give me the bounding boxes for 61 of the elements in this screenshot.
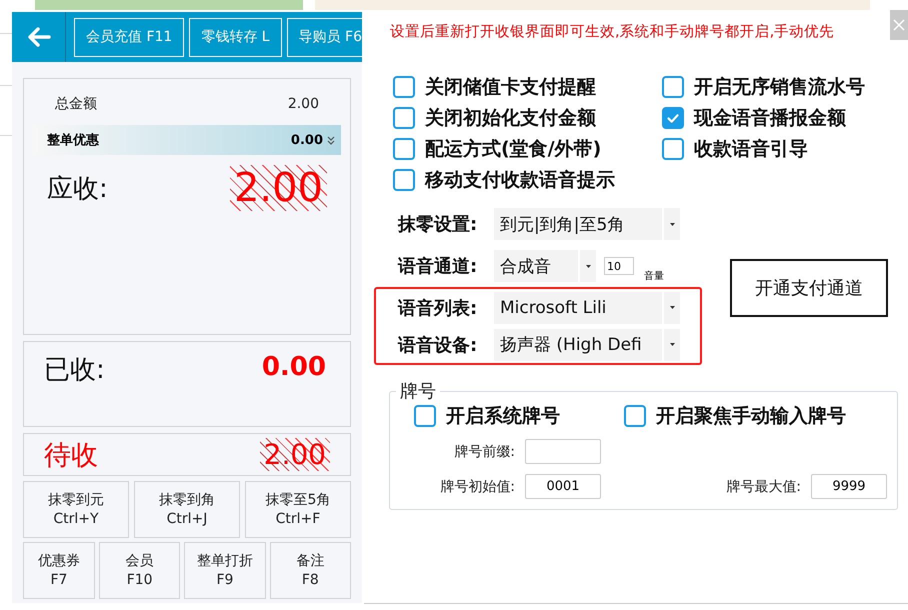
option-label: 现金语音播报金额 xyxy=(694,106,846,131)
due-label: 应收: xyxy=(47,172,108,206)
checkbox[interactable] xyxy=(393,169,415,191)
dropdown-caret-icon xyxy=(670,306,674,309)
setting-label: 语音列表: xyxy=(398,296,478,320)
checkbox[interactable] xyxy=(662,76,684,98)
checkbox[interactable] xyxy=(624,405,646,427)
notice-text: 设置后重新打开收银界面即可生效,系统和手动牌号都开启,手动优先 xyxy=(390,22,836,42)
function-button[interactable]: 会员 F10 xyxy=(98,542,180,599)
checkbox[interactable] xyxy=(393,107,415,129)
volume-label: 音量 xyxy=(644,270,664,283)
dropdown-caret-icon xyxy=(586,264,590,268)
field-label: 牌号初始值: xyxy=(439,478,515,496)
setting-label: 语音通道: xyxy=(398,255,478,278)
close-button[interactable] xyxy=(890,10,908,40)
start-value-field[interactable]: 0001 xyxy=(525,474,601,499)
received-amount: 0.00 xyxy=(262,352,326,382)
checkbox[interactable] xyxy=(662,107,684,129)
option-label: 收款语音引导 xyxy=(694,137,808,162)
discount-label: 整单优惠 xyxy=(47,132,99,149)
max-value-field[interactable]: 9999 xyxy=(811,474,887,499)
double-chevron-icon[interactable] xyxy=(327,136,335,144)
option-label: 关闭初始化支付金额 xyxy=(425,106,596,131)
checkbox[interactable] xyxy=(393,76,415,98)
dropdown[interactable]: 扬声器 (High Defi xyxy=(494,328,680,360)
pending-label: 待收 xyxy=(44,438,98,472)
open-payment-channel-button[interactable]: 开通支付通道 xyxy=(730,259,888,317)
function-button[interactable]: 整单打折 F9 xyxy=(184,542,266,599)
option-label: 关闭储值卡支付提醒 xyxy=(425,75,596,100)
rounding-button[interactable]: 抹零到角 Ctrl+J xyxy=(134,481,240,538)
dropdown-caret-icon xyxy=(670,222,674,226)
group-title: 牌号 xyxy=(399,380,437,403)
back-arrow-icon[interactable] xyxy=(26,27,50,47)
dropdown[interactable]: 合成音 xyxy=(494,250,596,282)
dropdown[interactable]: 到元|到角|至5角 xyxy=(494,208,680,240)
setting-label: 语音设备: xyxy=(398,334,478,356)
volume-field[interactable]: 10 xyxy=(604,257,634,275)
field-label: 牌号最大值: xyxy=(726,478,801,496)
dropdown[interactable]: Microsoft Lili xyxy=(494,292,680,324)
rounding-button[interactable]: 抹零至5角 Ctrl+F xyxy=(245,481,351,538)
discount-bar[interactable]: 整单优惠 0.00 xyxy=(33,125,341,155)
option-label: 开启聚焦手动输入牌号 xyxy=(656,404,846,429)
received-label: 已收: xyxy=(44,354,105,387)
option-label: 开启系统牌号 xyxy=(446,404,560,429)
close-icon xyxy=(893,19,905,31)
option-label: 开启无序销售流水号 xyxy=(694,75,865,100)
checkbox[interactable] xyxy=(662,138,684,160)
dropdown-caret-icon xyxy=(670,343,674,346)
option-label: 移动支付收款语音提示 xyxy=(425,168,615,193)
checkbox[interactable] xyxy=(414,405,436,427)
total-value: 2.00 xyxy=(288,96,319,112)
prefix-field[interactable] xyxy=(525,439,601,464)
option-label: 配运方式(堂食/外带) xyxy=(425,137,602,162)
discount-value: 0.00 xyxy=(290,132,323,148)
field-label: 牌号前缀: xyxy=(453,442,515,460)
total-label: 总金额 xyxy=(55,95,97,113)
function-button[interactable]: 优惠券 F7 xyxy=(23,542,95,599)
checkbox[interactable] xyxy=(393,138,415,160)
function-button[interactable]: 备注 F8 xyxy=(270,542,351,599)
rounding-button[interactable]: 抹零到元 Ctrl+Y xyxy=(23,481,129,538)
setting-label: 抹零设置: xyxy=(398,213,478,236)
